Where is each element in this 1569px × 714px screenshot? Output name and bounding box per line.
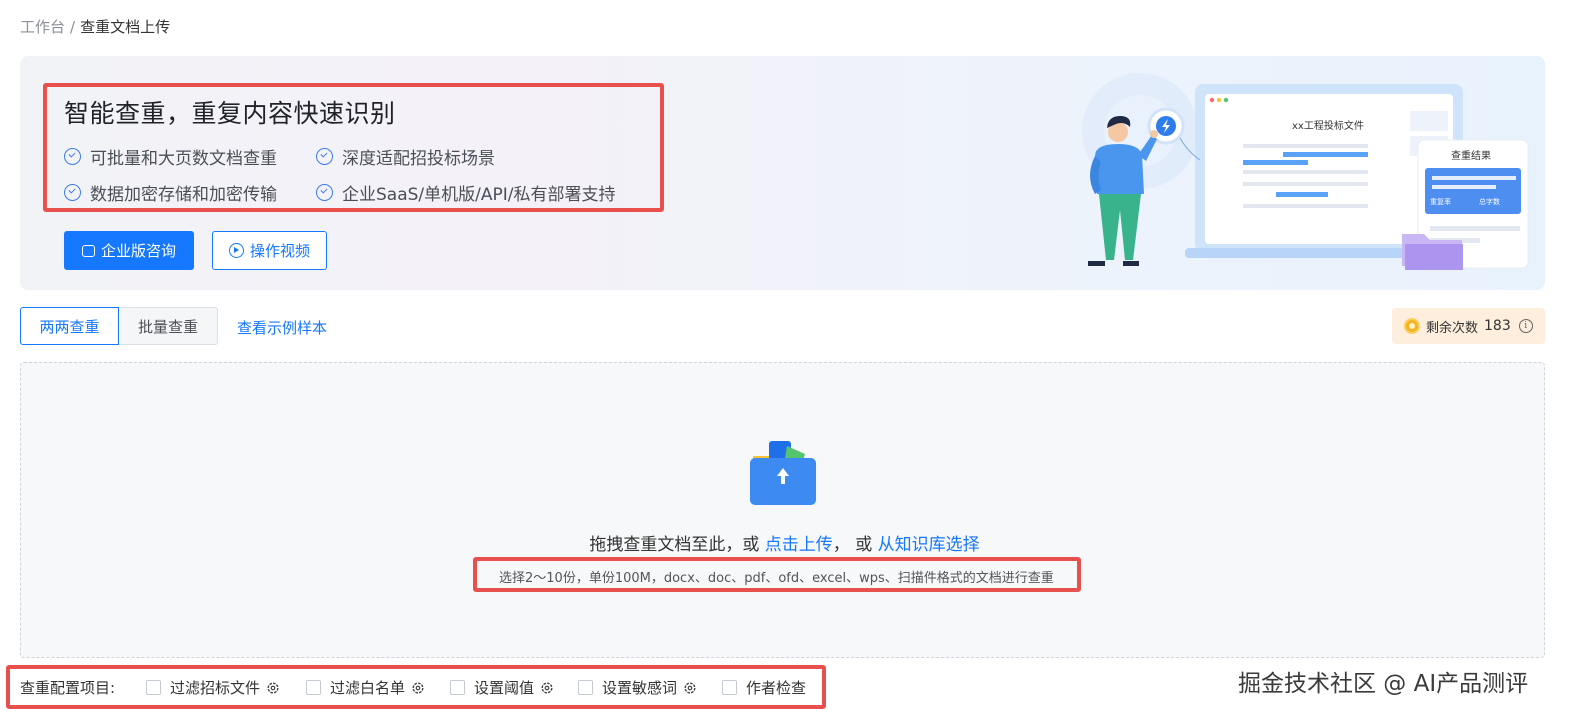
coin-icon — [1404, 318, 1420, 334]
tutorial-video-button[interactable]: 操作视频 — [212, 231, 327, 270]
upload-hint: 选择2～10份，单份100M，docx、doc、pdf、ofd、excel、wp… — [499, 571, 1054, 586]
gear-icon[interactable] — [266, 681, 280, 695]
mode-tabs: 两两查重 批量查重 — [20, 307, 218, 345]
tab-batch-check[interactable]: 批量查重 — [119, 307, 218, 345]
illustration-result-label-1: 重复率 — [1430, 197, 1451, 206]
checkbox[interactable] — [306, 680, 321, 695]
checkbox[interactable] — [450, 680, 465, 695]
gear-icon[interactable] — [683, 681, 697, 695]
checkbox[interactable] — [722, 680, 737, 695]
config-label: 查重配置项目: — [20, 679, 116, 697]
feature-item: 数据加密存储和加密传输 — [64, 180, 277, 205]
banner-illustration: xx工程投标文件 查重结果 重复率 总字数 — [1082, 73, 1529, 270]
enterprise-consult-button[interactable]: 企业版咨询 — [64, 231, 194, 270]
tab-pairwise-check[interactable]: 两两查重 — [20, 307, 119, 345]
click-upload-link[interactable]: 点击上传 — [765, 535, 833, 555]
checkbox[interactable] — [146, 680, 161, 695]
config-filter-whitelist[interactable]: 过滤白名单 — [306, 677, 425, 698]
feature-item: 企业SaaS/单机版/API/私有部署支持 — [316, 180, 616, 205]
knowledge-base-link[interactable]: 从知识库选择 — [878, 535, 980, 555]
check-circle-icon — [316, 148, 333, 165]
check-circle-icon — [64, 184, 81, 201]
gear-icon[interactable] — [540, 681, 554, 695]
illustration-result-title: 查重结果 — [1451, 149, 1491, 162]
config-author-check[interactable]: 作者检查 — [722, 677, 806, 698]
config-filter-tender-file[interactable]: 过滤招标文件 — [146, 677, 280, 698]
view-sample-link[interactable]: 查看示例样本 — [237, 317, 327, 338]
illustration-doc-title: xx工程投标文件 — [1292, 119, 1364, 132]
info-icon[interactable]: i — [1518, 319, 1533, 333]
upload-folder-icon — [750, 441, 816, 505]
banner-title: 智能查重，重复内容快速识别 — [64, 99, 396, 128]
config-set-threshold[interactable]: 设置阈值 — [450, 677, 554, 698]
checkbox[interactable] — [578, 680, 593, 695]
gear-icon[interactable] — [411, 681, 425, 695]
breadcrumb-root[interactable]: 工作台 — [20, 18, 65, 36]
check-circle-icon — [316, 184, 333, 201]
remaining-count-badge: 剩余次数 183 i — [1392, 308, 1545, 344]
illustration-result-label-2: 总字数 — [1479, 197, 1500, 206]
breadcrumb: 工作台 / 查重文档上传 — [20, 16, 170, 37]
config-sensitive-words[interactable]: 设置敏感词 — [578, 677, 697, 698]
feature-item: 可批量和大页数文档查重 — [64, 144, 277, 169]
play-icon — [228, 243, 244, 258]
breadcrumb-separator: / — [70, 18, 76, 36]
upload-instruction: 拖拽查重文档至此，或 点击上传， 或 从知识库选择 — [589, 535, 980, 555]
chat-icon — [81, 244, 95, 257]
upload-dropzone[interactable] — [20, 362, 1545, 658]
remaining-count: 183 — [1484, 318, 1511, 334]
remaining-label: 剩余次数 — [1426, 320, 1479, 336]
breadcrumb-current: 查重文档上传 — [80, 18, 171, 36]
feature-item: 深度适配招投标场景 — [316, 144, 495, 169]
check-circle-icon — [64, 148, 81, 165]
watermark: 掘金技术社区 @ AI产品测评 — [1238, 671, 1529, 697]
